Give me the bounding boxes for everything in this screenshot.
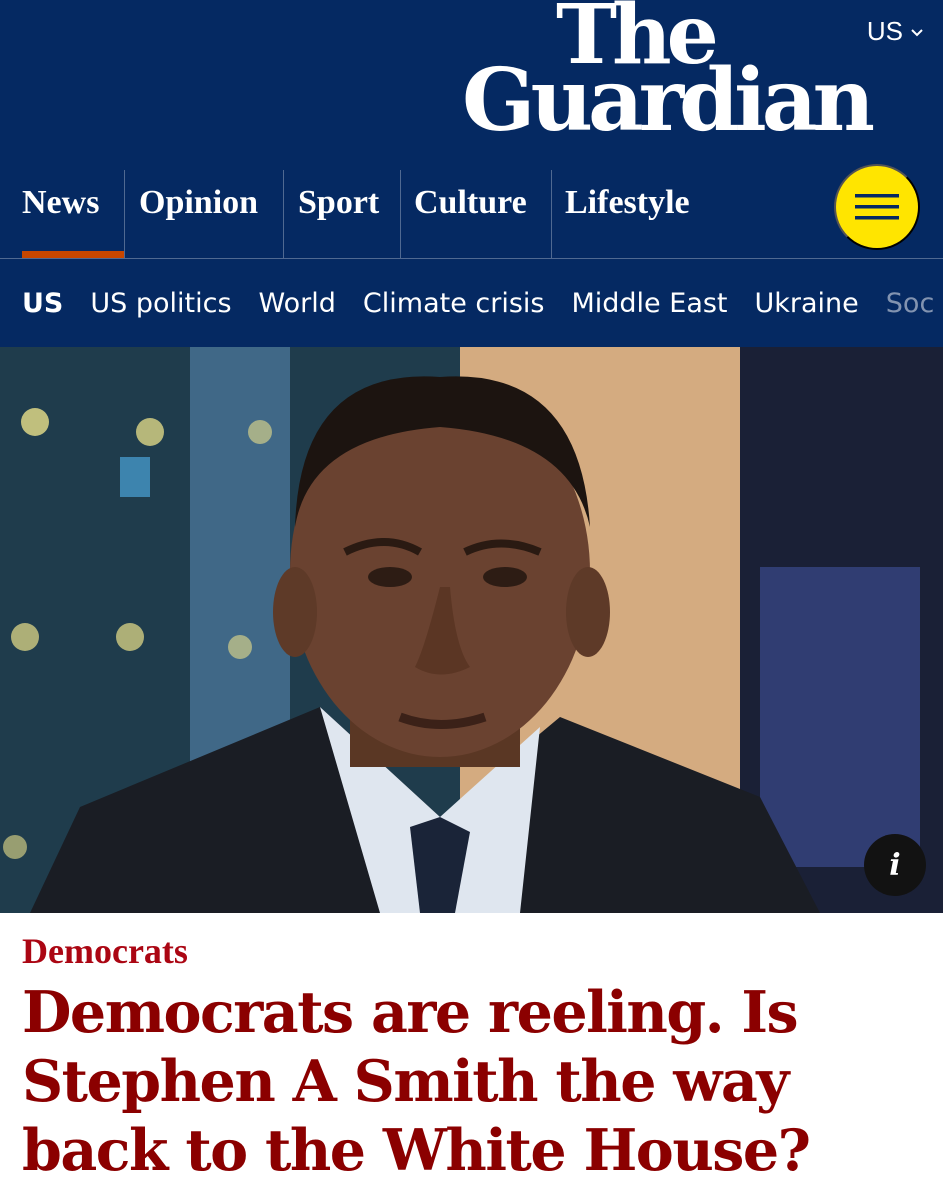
active-pillar-indicator — [22, 251, 124, 258]
subnav-item-climate-crisis[interactable]: Climate crisis — [363, 288, 545, 319]
pillar-lifestyle[interactable]: Lifestyle — [551, 170, 731, 258]
hero-photo-illustration — [0, 347, 943, 913]
menu-button[interactable] — [834, 164, 920, 250]
image-info-button[interactable]: i — [864, 834, 926, 896]
pillar-culture[interactable]: Culture — [400, 170, 551, 258]
pillar-sport[interactable]: Sport — [283, 170, 400, 258]
logo-line2: Guardian — [462, 50, 875, 151]
pillar-opinion[interactable]: Opinion — [124, 170, 283, 258]
sub-nav: US US politics World Climate crisis Midd… — [0, 259, 943, 347]
pillar-news[interactable]: News — [0, 170, 124, 258]
subnav-item-truncated[interactable]: Soc — [886, 288, 935, 319]
article-kicker[interactable]: Democrats — [22, 930, 188, 972]
subnav-item-us-politics[interactable]: US politics — [90, 288, 231, 319]
pillar-label: Sport — [298, 184, 380, 221]
info-icon: i — [889, 847, 901, 883]
subnav-item-middle-east[interactable]: Middle East — [571, 288, 727, 319]
masthead: US The Guardian News Opinion Sport Cultu… — [0, 0, 943, 347]
subnav-item-world[interactable]: World — [259, 288, 336, 319]
pillar-label: News — [22, 184, 100, 221]
hamburger-icon — [855, 194, 899, 220]
pillar-label: Opinion — [139, 184, 259, 221]
pillar-label: Culture — [414, 184, 527, 221]
pillar-nav: News Opinion Sport Culture Lifestyle — [0, 170, 820, 258]
subnav-item-ukraine[interactable]: Ukraine — [755, 288, 859, 319]
guardian-logo[interactable]: The Guardian — [462, 0, 932, 155]
subnav-item-us[interactable]: US — [22, 288, 63, 319]
pillar-label: Lifestyle — [565, 184, 690, 221]
hero-image[interactable] — [0, 347, 943, 913]
article-headline[interactable]: Democrats are reeling. Is Stephen A Smit… — [22, 978, 922, 1185]
